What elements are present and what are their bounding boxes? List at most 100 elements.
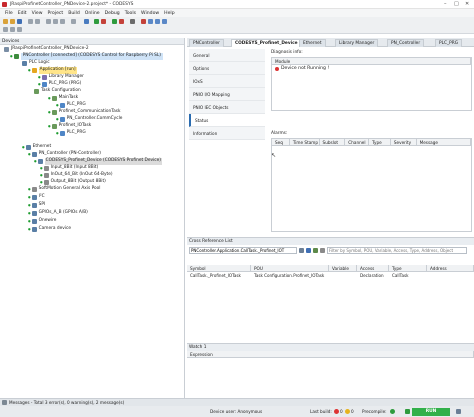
- side-tab[interactable]: General: [189, 49, 265, 62]
- xref-column-header[interactable]: Access: [357, 265, 389, 271]
- maximize-icon[interactable]: □: [454, 1, 459, 7]
- editor-tab[interactable]: PNController: [189, 39, 224, 47]
- tree-node-label: Application [run]: [38, 67, 77, 74]
- tree-node-icon: [43, 165, 49, 171]
- tree-node[interactable]: ● MainTask: [48, 95, 78, 102]
- save-icon[interactable]: [17, 19, 22, 24]
- find-icon[interactable]: [71, 19, 76, 24]
- toolbar-extra-icon-3[interactable]: [17, 27, 22, 32]
- side-tab[interactable]: Status: [189, 114, 265, 127]
- editor-tab[interactable]: Ethernet: [299, 39, 326, 47]
- side-tab[interactable]: Information: [189, 127, 265, 140]
- tree-node[interactable]: ● Ethernet: [22, 144, 51, 151]
- alarms-column-header[interactable]: Subslot: [320, 139, 346, 145]
- reset-icon[interactable]: [130, 19, 135, 24]
- tree-node[interactable]: ● Camera device: [28, 226, 71, 233]
- editor-tab[interactable]: PLC_PRG: [435, 39, 463, 47]
- xref-column-header[interactable]: Symbol: [187, 265, 251, 271]
- copy-icon[interactable]: [53, 19, 58, 24]
- menu-tools[interactable]: Tools: [125, 11, 136, 16]
- xref-column-header[interactable]: Variable: [329, 265, 357, 271]
- tree-node[interactable]: ● PLC_PRG (PRG): [38, 81, 81, 88]
- xref-column-header[interactable]: POU: [251, 265, 329, 271]
- step-over-icon[interactable]: [148, 19, 153, 24]
- alarms-column-header[interactable]: Type: [369, 139, 391, 145]
- editor-tab[interactable]: PN_Controller: [387, 39, 425, 47]
- xref-column-header[interactable]: Type: [389, 265, 427, 271]
- side-tab[interactable]: PNIO I/O Mapping: [189, 88, 265, 101]
- menu-help[interactable]: Help: [164, 11, 174, 16]
- xref-column-header[interactable]: Address: [427, 265, 474, 271]
- paste-icon[interactable]: [60, 19, 65, 24]
- side-tab[interactable]: PNIO IEC Objects: [189, 101, 265, 114]
- xref-search-input[interactable]: [189, 247, 297, 254]
- cut-icon[interactable]: [46, 19, 51, 24]
- logout-icon[interactable]: [101, 19, 106, 24]
- menu-window[interactable]: Window: [141, 11, 159, 16]
- tree-node[interactable]: ● Profinet_IOTask: [48, 123, 91, 130]
- tree-node[interactable]: ● Library Manager: [38, 74, 84, 81]
- step-out-icon[interactable]: [162, 19, 167, 24]
- tree-node[interactable]: PLC Logic: [22, 60, 50, 67]
- tree-node[interactable]: ● PLC_PRG: [56, 130, 86, 137]
- alarms-column-header[interactable]: Time Stamp: [290, 139, 320, 145]
- tree-node[interactable]: ● PN_Controller.CommCycle: [56, 116, 122, 123]
- tree-node[interactable]: ● GPIOs_A_B (GPIOs A/B): [28, 210, 88, 217]
- tree-node[interactable]: ● Output_8Bit (Output 8Bit): [40, 179, 106, 186]
- redo-icon[interactable]: [35, 19, 40, 24]
- xref-filter-input[interactable]: [327, 247, 467, 254]
- xref-row[interactable]: CallTask._Profinet_IOTask Task Configurat…: [187, 272, 474, 279]
- toolbar-extra-icon-2[interactable]: [10, 27, 15, 32]
- close-icon[interactable]: ✕: [465, 1, 469, 7]
- step-into-icon[interactable]: [155, 19, 160, 24]
- tree-node[interactable]: ● Input_8Bit (Input 8Bit): [40, 165, 98, 172]
- alarms-column-header[interactable]: Severity: [391, 139, 417, 145]
- undo-icon[interactable]: [28, 19, 33, 24]
- editor-tab[interactable]: Library Manager: [335, 39, 379, 47]
- tree-node[interactable]: ● PNController [connected] (CODESYS Contr…: [10, 53, 163, 60]
- build-icon[interactable]: [84, 19, 89, 24]
- stop-icon[interactable]: [119, 19, 124, 24]
- start-icon[interactable]: [112, 19, 117, 24]
- refresh-icon[interactable]: [306, 248, 311, 253]
- tree-node[interactable]: ● PN_Controller (PN-Controller): [28, 151, 101, 158]
- tree-node-label: PLC_PRG: [66, 130, 86, 135]
- alarms-column-header[interactable]: Channel: [345, 139, 370, 145]
- tree-node[interactable]: JRaspiProfinetController_PNDevice-2: [4, 46, 89, 53]
- open-project-icon[interactable]: [10, 19, 15, 24]
- breakpoint-icon[interactable]: [141, 19, 146, 24]
- status-dot-icon: ●: [28, 152, 31, 156]
- navigate-icon[interactable]: [313, 248, 318, 253]
- menu-file[interactable]: File: [5, 11, 13, 16]
- menu-view[interactable]: View: [32, 11, 43, 16]
- menu-online[interactable]: Online: [85, 11, 100, 16]
- menu-project[interactable]: Project: [48, 11, 64, 16]
- menu-edit[interactable]: Edit: [18, 11, 27, 16]
- side-tab[interactable]: Options: [189, 62, 265, 75]
- menu-debug[interactable]: Debug: [105, 11, 120, 16]
- tree-node[interactable]: ● CODESYS_Profinet_Device (CODESYS Profin…: [34, 158, 162, 165]
- side-tab[interactable]: IOxS: [189, 75, 265, 88]
- tree-node[interactable]: ● I²C: [28, 194, 45, 201]
- tree-node[interactable]: ● Onewire: [28, 218, 56, 225]
- tree-node[interactable]: ● SPI: [28, 202, 45, 209]
- new-project-icon[interactable]: [3, 19, 8, 24]
- filter-icon[interactable]: [320, 248, 325, 253]
- tree-node[interactable]: ● Application [run]: [28, 67, 77, 74]
- tree-node[interactable]: ● PLC_PRG: [56, 102, 86, 109]
- messages-bar[interactable]: Messages - Total 3 error(s), 0 warning(s…: [0, 398, 474, 406]
- status-settings-icon[interactable]: [456, 408, 461, 414]
- tree-node[interactable]: ● SoftMotion General Axis Pool: [28, 186, 101, 193]
- alarms-column-header[interactable]: Seq: [272, 139, 290, 145]
- dropdown-icon[interactable]: [299, 248, 304, 253]
- alarms-column-header[interactable]: Message: [417, 139, 472, 145]
- alarms-table: Seq Time Stamp Subslot Channel Type Severity M…: [271, 138, 472, 232]
- editor-tab[interactable]: CODESYS_Profinet_Device: [231, 39, 302, 47]
- minimize-icon[interactable]: –: [444, 1, 447, 7]
- login-icon[interactable]: [94, 19, 99, 24]
- toolbar-extra-icon-1[interactable]: [3, 27, 8, 32]
- tree-node[interactable]: ● Profinet_CommunicationTask: [48, 109, 121, 116]
- tree-node[interactable]: ● InOut_64_Bit (InOut 64-Byte): [40, 172, 113, 179]
- tree-node[interactable]: Task Configuration: [34, 88, 81, 95]
- menu-build[interactable]: Build: [68, 11, 80, 16]
